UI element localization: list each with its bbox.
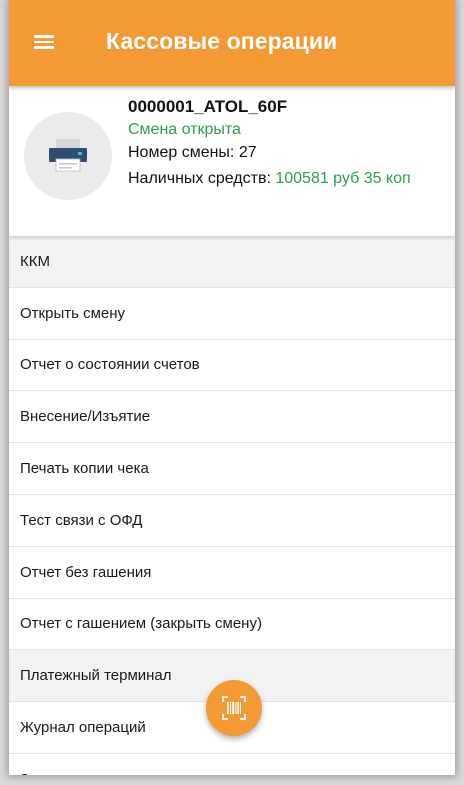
- scan-barcode-button[interactable]: [206, 680, 262, 736]
- page-title: Кассовые операции: [106, 28, 338, 54]
- section-header-kkm: ККМ: [9, 236, 455, 288]
- device-card: 0000001_ATOL_60F Смена открыта Номер сме…: [9, 86, 455, 236]
- menu-item-z-report[interactable]: Отчет с гашением (закрыть смену): [9, 598, 455, 651]
- menu-item-terminal-close-shift[interactable]: Закрытие смены: [9, 753, 455, 775]
- app-bar: Кассовые операции: [9, 0, 455, 86]
- menu-item-open-shift[interactable]: Открыть смену: [9, 287, 455, 340]
- menu-item-cash-in-out[interactable]: Внесение/Изъятие: [9, 391, 455, 444]
- device-name: 0000001_ATOL_60F: [128, 97, 288, 116]
- cash-label: Наличных средств:: [128, 170, 276, 187]
- shift-status: Смена открыта: [128, 121, 241, 138]
- cash-amount: 100581 руб 35 коп: [275, 170, 411, 187]
- menu-item-x-report[interactable]: Отчет без гашения: [9, 546, 455, 599]
- device-avatar: [24, 112, 112, 200]
- menu-item-ofd-connection-test[interactable]: Тест связи с ОФД: [9, 494, 455, 547]
- barcode-scanner-icon: [222, 696, 246, 720]
- shift-number: Номер смены: 27: [128, 144, 257, 161]
- printer-icon: [49, 139, 87, 172]
- app-screen: Кассовые операции 0000001_ATOL_60F Смена…: [9, 0, 455, 775]
- cash-balance: Наличных средств: 100581 руб 35 коп: [128, 167, 448, 190]
- menu-item-print-receipt-copy[interactable]: Печать копии чека: [9, 443, 455, 495]
- hamburger-menu-icon[interactable]: [34, 35, 54, 49]
- menu-item-accounts-report[interactable]: Отчет о состоянии счетов: [9, 339, 455, 392]
